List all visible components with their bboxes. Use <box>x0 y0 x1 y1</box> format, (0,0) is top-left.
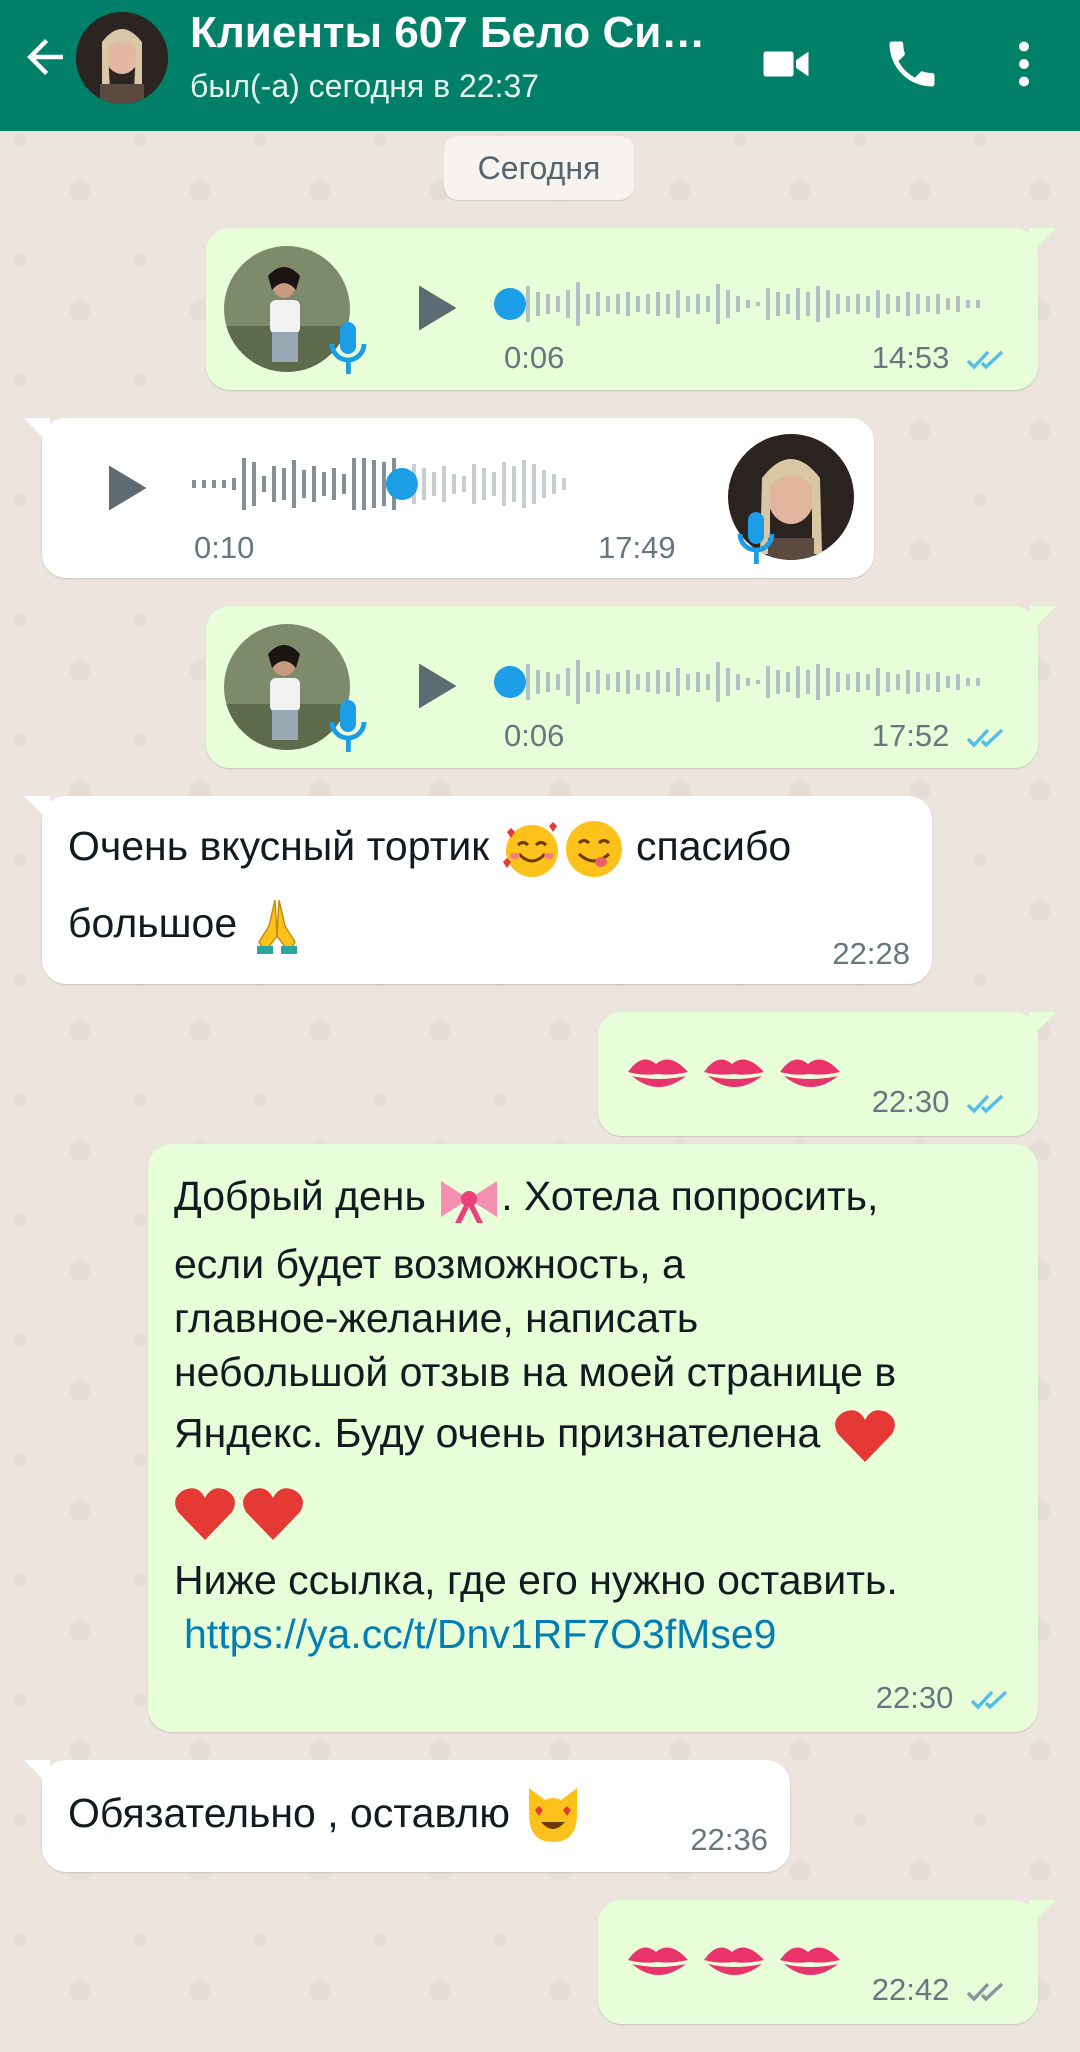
review-link[interactable]: https://ya.cc/t/Dnv1RF7O3fMse9 <box>184 1608 776 1661</box>
audio-waveform[interactable] <box>486 274 1006 334</box>
message-meta: 22:42 <box>872 1972 1010 2008</box>
face-savoring-food-emoji <box>565 821 622 877</box>
voice-message-outgoing[interactable]: 0:06 17:52 <box>206 606 1056 768</box>
smiling-face-with-hearts-emoji <box>502 822 558 877</box>
message-time: 22:42 <box>871 1972 950 2007</box>
mic-icon <box>329 322 367 374</box>
folded-hands-emoji <box>256 899 297 954</box>
emoji-message-outgoing[interactable]: 22:42 <box>598 1900 1056 2024</box>
kiss-mark-emoji <box>628 1059 840 1087</box>
double-check-read-icon <box>966 728 1004 748</box>
last-seen-status: был(-а) сегодня в 22:37 <box>190 68 540 104</box>
double-check-delivered-icon <box>966 1982 1004 2002</box>
message-time: 17:52 <box>871 718 950 753</box>
play-icon[interactable] <box>94 458 154 518</box>
chat-header: Клиенты 607 Бело Си… был(-а) сегодня в 2… <box>0 0 1080 131</box>
double-check-read-icon <box>970 1690 1008 1710</box>
text-message-incoming[interactable]: Обязательно , оставлю 22:36 <box>24 1760 790 1872</box>
message-text-line-7: Ниже ссылка, где его нужно оставить. <box>174 1557 898 1603</box>
message-text-line-1: Добрый день . Хотела попросить, <box>174 1170 878 1225</box>
smiling-cat-heart-eyes-emoji <box>529 1788 578 1842</box>
voice-duration: 0:10 <box>194 530 255 565</box>
message-text-line-4: небольшой отзыв на моей странице в <box>174 1349 897 1395</box>
double-check-read-icon <box>966 1094 1004 1114</box>
contact-avatar[interactable] <box>76 12 168 104</box>
voice-duration: 0:06 <box>504 718 565 753</box>
voice-message-incoming[interactable]: 0:10 17:49 <box>24 418 874 578</box>
chat-title[interactable]: Клиенты 607 Бело Си… <box>190 8 720 58</box>
kiss-mark-emoji <box>628 1947 840 1975</box>
message-meta: 14:53 <box>872 340 1010 376</box>
audio-waveform[interactable] <box>192 454 732 514</box>
voice-duration: 0:06 <box>504 340 565 375</box>
double-check-read-icon <box>966 350 1004 370</box>
message-time: 17:49 <box>598 530 676 565</box>
phone-icon[interactable] <box>882 34 942 94</box>
message-text: Очень вкусный тортик спасибо <box>68 818 791 880</box>
emoji-message-outgoing[interactable]: 22:30 <box>598 1012 1056 1136</box>
message-time: 14:53 <box>871 340 950 375</box>
date-separator: Сегодня <box>444 136 634 200</box>
text-message-outgoing[interactable]: Добрый день . Хотела попросить, если буд… <box>148 1144 1038 1732</box>
text-message-incoming[interactable]: Очень вкусный тортик спасибо большое 22:… <box>24 796 932 984</box>
message-text-line-3: главное-желание, написать <box>174 1295 699 1341</box>
message-time: 22:30 <box>875 1680 954 1715</box>
message-meta: 17:52 <box>872 718 1010 754</box>
red-heart-emoji <box>834 1410 895 1462</box>
mic-icon <box>737 512 775 564</box>
voice-message-outgoing[interactable]: 0:06 14:53 <box>206 228 1056 390</box>
message-text-line-2: если будет возможность, а <box>174 1241 685 1287</box>
mic-icon <box>329 700 367 752</box>
more-vert-icon[interactable] <box>994 34 1054 94</box>
back-arrow-icon[interactable] <box>18 30 72 84</box>
play-icon[interactable] <box>404 656 464 716</box>
ribbon-emoji <box>441 1181 498 1224</box>
red-heart-emoji <box>175 1488 303 1540</box>
message-text: Обязательно , оставлю <box>68 1784 585 1848</box>
message-meta: 22:30 <box>876 1680 1014 1716</box>
message-time: 22:30 <box>871 1084 950 1119</box>
message-text-line-5: Яндекс. Буду очень признателена <box>174 1406 898 1466</box>
play-icon[interactable] <box>404 278 464 338</box>
message-time: 22:36 <box>690 1822 768 1857</box>
message-time: 22:28 <box>832 936 910 971</box>
hearts-row <box>172 1482 308 1544</box>
video-call-icon[interactable] <box>756 34 816 94</box>
audio-waveform[interactable] <box>486 652 1006 712</box>
message-text-line-2: большое <box>68 896 305 956</box>
message-meta: 22:30 <box>872 1084 1010 1120</box>
